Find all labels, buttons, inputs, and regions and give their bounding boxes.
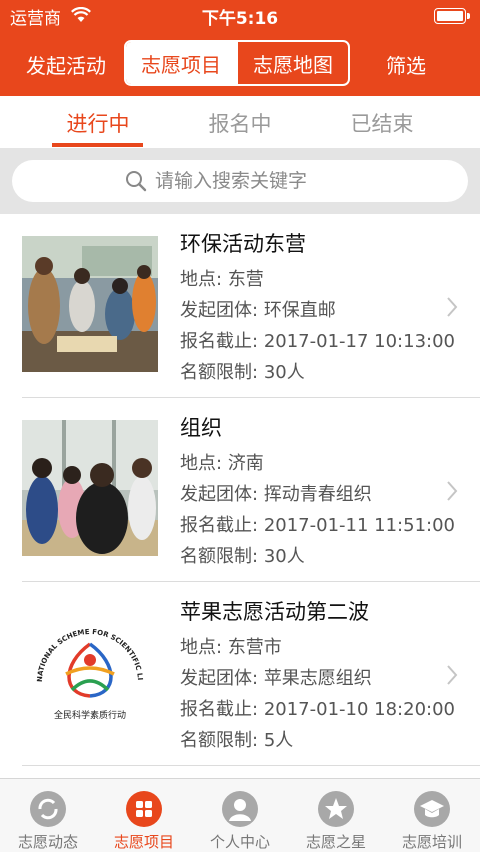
star-icon	[318, 791, 354, 827]
tabbar-item-volunteer-projects[interactable]: 志愿项目	[96, 779, 192, 852]
location-field: 地点: 济南	[180, 449, 264, 475]
filter-button[interactable]: 筛选	[386, 50, 426, 79]
status-bar: 运营商 下午5:16	[0, 0, 480, 30]
quota-field: 名额限制: 30人	[180, 358, 305, 384]
tab-in-progress[interactable]: 进行中	[38, 108, 158, 138]
tabbar-label: 志愿项目	[113, 833, 174, 851]
person-icon	[222, 791, 258, 827]
quota-value: 30人	[263, 546, 305, 567]
tabbar-label: 志愿动态	[17, 833, 78, 851]
quota-label: 名额限制:	[180, 730, 259, 751]
organizer-field: 发起团体: 环保直邮	[180, 296, 336, 322]
bottom-tab-bar: 志愿动态 志愿项目 个人中心 志愿之星 志愿培训	[0, 778, 480, 852]
location-label: 地点:	[180, 637, 223, 658]
organizer-value: 环保直邮	[263, 300, 336, 321]
deadline-field: 报名截止: 2017-01-17 10:13:00	[180, 327, 455, 353]
search-icon	[126, 171, 147, 192]
graduation-cap-icon	[414, 791, 450, 827]
organizer-label: 发起团体:	[180, 300, 259, 321]
quota-value: 5人	[263, 730, 294, 751]
location-value: 东营市	[227, 637, 282, 658]
battery-icon	[434, 8, 470, 24]
status-tabs: 进行中 报名中 已结束	[0, 96, 480, 148]
organizer-label: 发起团体:	[180, 668, 259, 689]
location-field: 地点: 东营市	[180, 633, 282, 659]
location-value: 济南	[227, 453, 264, 474]
project-item[interactable]: 环保活动东营 地点: 东营 发起团体: 环保直邮 报名截止: 2017-01-1…	[0, 214, 480, 398]
project-title: 苹果志愿活动第二波	[180, 600, 369, 624]
project-item[interactable]: 组织 地点: 济南 发起团体: 挥动青春组织 报名截止: 2017-01-11 …	[0, 398, 480, 582]
tab-registering[interactable]: 报名中	[180, 108, 300, 138]
chevron-right-icon	[447, 665, 458, 685]
organizer-field: 发起团体: 挥动青春组织	[180, 480, 372, 506]
location-value: 东营	[227, 269, 264, 290]
start-activity-button[interactable]: 发起活动	[26, 50, 106, 79]
chevron-right-icon	[447, 481, 458, 501]
segment-volunteer-map[interactable]: 志愿地图	[236, 42, 348, 84]
search-box[interactable]	[12, 160, 468, 202]
segment-volunteer-projects[interactable]: 志愿项目	[126, 42, 236, 84]
deadline-value: 2017-01-11 11:51:00	[263, 515, 455, 536]
project-title: 环保活动东营	[180, 232, 306, 256]
deadline-label: 报名截止:	[180, 331, 259, 352]
project-logo: NATIONAL SCHEME FOR SCIENTIFIC LITERACY …	[22, 604, 158, 740]
search-input[interactable]	[155, 170, 355, 192]
location-label: 地点:	[180, 453, 223, 474]
deadline-label: 报名截止:	[180, 699, 259, 720]
organizer-field: 发起团体: 苹果志愿组织	[180, 664, 372, 690]
project-photo	[22, 420, 158, 556]
deadline-value: 2017-01-17 10:13:00	[263, 331, 455, 352]
tabbar-item-personal-center[interactable]: 个人中心	[192, 779, 288, 852]
project-title: 组织	[180, 416, 222, 440]
tab-ended[interactable]: 已结束	[322, 108, 442, 138]
tabbar-item-volunteer-news[interactable]: 志愿动态	[0, 779, 96, 852]
tabbar-label: 志愿之星	[305, 833, 366, 851]
quota-label: 名额限制:	[180, 362, 259, 383]
active-tab-indicator	[52, 143, 143, 147]
quota-value: 30人	[263, 362, 305, 383]
deadline-label: 报名截止:	[180, 515, 259, 536]
tabbar-item-volunteer-star[interactable]: 志愿之星	[288, 779, 384, 852]
tabbar-item-volunteer-training[interactable]: 志愿培训	[384, 779, 480, 852]
search-bar	[0, 148, 480, 214]
quota-field: 名额限制: 30人	[180, 542, 305, 568]
view-segmented-control: 志愿项目 志愿地图	[124, 40, 350, 86]
logo-bottom-text: 全民科学素质行动	[54, 709, 126, 721]
quota-field: 名额限制: 5人	[180, 726, 293, 752]
tabbar-label: 志愿培训	[401, 833, 462, 851]
location-label: 地点:	[180, 269, 223, 290]
clock: 下午5:16	[201, 9, 279, 29]
project-photo	[22, 236, 158, 372]
divider	[22, 765, 480, 766]
organizer-value: 挥动青春组织	[263, 484, 372, 505]
organizer-label: 发起团体:	[180, 484, 259, 505]
grid-icon	[126, 791, 162, 827]
refresh-icon	[30, 791, 66, 827]
deadline-value: 2017-01-10 18:20:00	[263, 699, 455, 720]
organizer-value: 苹果志愿组织	[263, 668, 372, 689]
quota-label: 名额限制:	[180, 546, 259, 567]
header: 运营商 下午5:16 发起活动 志愿项目 志愿地图 筛选	[0, 0, 480, 96]
project-item[interactable]: NATIONAL SCHEME FOR SCIENTIFIC LITERACY …	[0, 582, 480, 766]
deadline-field: 报名截止: 2017-01-10 18:20:00	[180, 695, 455, 721]
tabbar-label: 个人中心	[209, 833, 270, 851]
chevron-right-icon	[447, 297, 458, 317]
location-field: 地点: 东营	[180, 265, 264, 291]
deadline-field: 报名截止: 2017-01-11 11:51:00	[180, 511, 455, 537]
